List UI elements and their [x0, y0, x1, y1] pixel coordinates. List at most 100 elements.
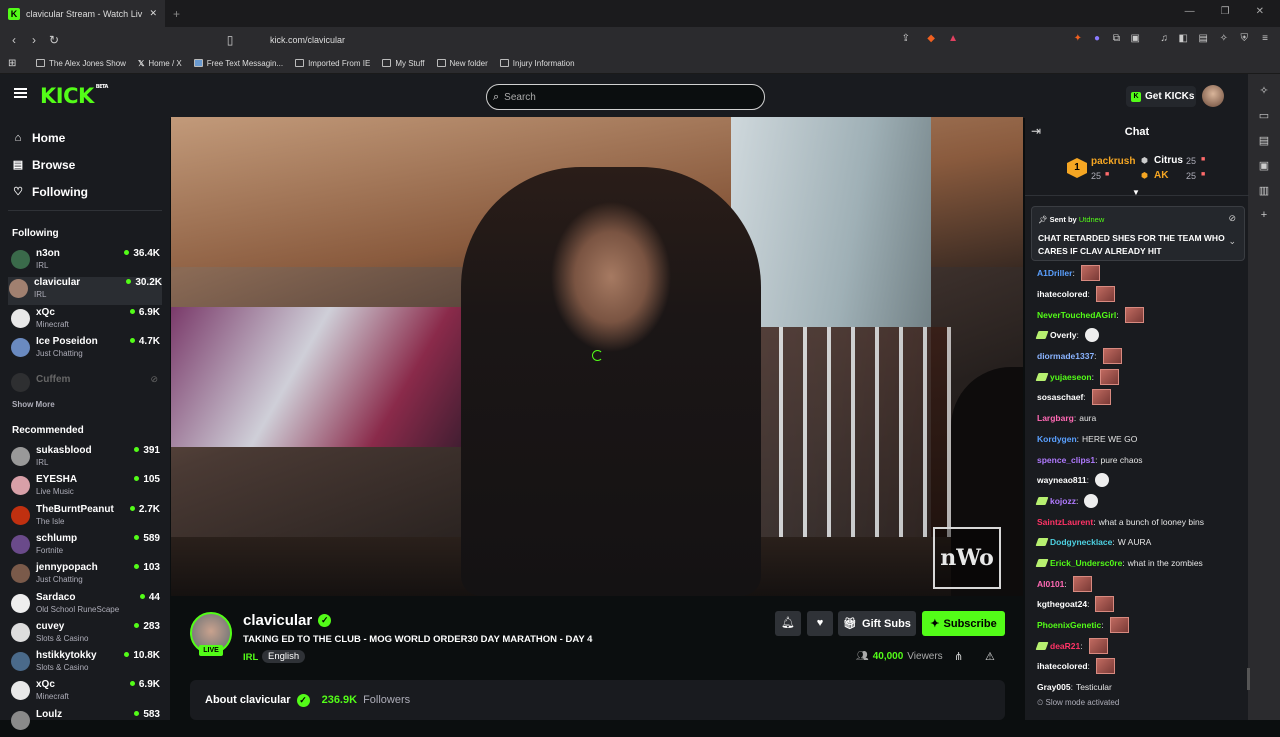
chat-username[interactable]: Largbarg	[1037, 413, 1074, 423]
bookmark-my-stuff[interactable]: My Stuff	[382, 59, 425, 68]
bookmark-home-x[interactable]: 𝕏 Home / X	[138, 59, 182, 68]
leo-icon[interactable]: ✧	[1220, 33, 1228, 44]
channel-row-clavicular[interactable]: clavicular IRL 30.2K	[8, 277, 162, 306]
music-icon[interactable]: ♫	[1161, 33, 1169, 44]
follow-button[interactable]: ♥	[807, 611, 833, 636]
channel-row-n3on[interactable]: n3on IRL 36.4K	[10, 248, 160, 276]
chat-username[interactable]: yujaeseon	[1050, 372, 1092, 382]
bookmark-new-folder[interactable]: New folder	[436, 59, 488, 68]
hamburger-menu-icon[interactable]	[14, 88, 27, 98]
gift-subs-button[interactable]: 🎁︎ Gift Subs	[838, 611, 916, 636]
chevron-down-icon[interactable]: ⌄	[1228, 236, 1236, 247]
chat-username[interactable]: PhoenixGenetic	[1037, 620, 1101, 630]
leo-ai-icon[interactable]: ✧	[1259, 84, 1268, 97]
chat-username[interactable]: spence_clips1	[1037, 455, 1095, 465]
chat-username[interactable]: kgthegoat24	[1037, 599, 1087, 609]
bookmark-imported-ie[interactable]: Imported From IE	[295, 59, 370, 68]
reload-icon[interactable]: ↻	[44, 33, 64, 47]
browser-menu-icon[interactable]: ≡	[1262, 33, 1268, 44]
forward-icon[interactable]: ›	[24, 33, 44, 47]
kick-logo[interactable]: KICK BETA	[40, 84, 108, 108]
share-page-icon[interactable]: ⇪	[902, 33, 910, 44]
video-player[interactable]: nWo	[171, 117, 1023, 596]
leaderboard-second-name[interactable]: Citrus	[1154, 155, 1183, 166]
language-tag[interactable]: English	[262, 650, 306, 663]
add-panel-icon[interactable]: +	[1261, 209, 1267, 221]
notes-icon[interactable]: ▣	[1259, 159, 1269, 172]
chat-username[interactable]: sosaschaef	[1037, 392, 1083, 402]
channel-row-xqc[interactable]: xQc Minecraft 6.9K	[10, 307, 160, 335]
rewards-icon[interactable]: ▲	[948, 33, 958, 44]
show-more-link[interactable]: Show More	[12, 400, 55, 409]
chat-username[interactable]: deaR21	[1050, 641, 1080, 651]
chat-username[interactable]: ihatecolored	[1037, 661, 1088, 671]
channel-row-ice-poseidon[interactable]: Ice Poseidon Just Chatting 4.7K	[10, 336, 160, 364]
category-link[interactable]: IRL	[243, 652, 258, 663]
bookmark-alex-jones[interactable]: The Alex Jones Show	[36, 59, 126, 68]
chat-username[interactable]: A1Driller	[1037, 268, 1072, 278]
get-kicks-button[interactable]: K Get KICKs	[1126, 86, 1196, 107]
chat-username[interactable]: wayneao811	[1037, 475, 1087, 485]
notifications-button[interactable]: 🔔︎	[775, 611, 801, 636]
restore-icon[interactable]: ❐	[1221, 6, 1230, 17]
leaderboard-first-name[interactable]: packrush	[1091, 156, 1135, 167]
leaderboard-third-name[interactable]: AK	[1154, 170, 1168, 181]
channel-row-offline[interactable]: Cuffem ⊘	[10, 371, 160, 399]
nav-browse[interactable]: ▤ Browse	[12, 158, 76, 172]
back-icon[interactable]: ‹	[4, 33, 24, 47]
close-window-icon[interactable]: ✕	[1256, 6, 1264, 17]
channel-row-sardaco[interactable]: Sardaco Old School RuneScape 44	[10, 592, 160, 620]
bookmark-free-text[interactable]: Free Text Messagin...	[193, 59, 283, 68]
bookmark-page-icon[interactable]: ▯	[220, 33, 240, 47]
share-icon[interactable]: ⋔	[954, 650, 963, 663]
channel-row-xqc[interactable]: xQc Minecraft 6.9K	[10, 679, 160, 707]
chat-username[interactable]: kojozz	[1050, 496, 1076, 506]
chat-username[interactable]: Al0101	[1037, 579, 1064, 589]
extensions-icon[interactable]: ⧉	[1113, 33, 1120, 44]
media-icon[interactable]: ▤	[1259, 134, 1269, 147]
chat-username[interactable]: ihatecolored	[1037, 289, 1088, 299]
channel-row-sukasblood[interactable]: sukasblood IRL 391	[10, 445, 160, 473]
nav-home[interactable]: ⌂ Home	[12, 131, 66, 145]
extension-2-icon[interactable]: ●	[1094, 33, 1100, 44]
chat-username[interactable]: Kordygen	[1037, 434, 1077, 444]
close-tab-icon[interactable]: ✕	[149, 8, 157, 19]
subscribe-button[interactable]: ✦ Subscribe	[922, 611, 1005, 636]
channel-row-loulz[interactable]: Loulz 583	[10, 709, 160, 737]
address-bar[interactable]: kick.com/clavicular	[244, 30, 964, 50]
scrollbar[interactable]	[1247, 668, 1250, 690]
reading-list-icon[interactable]: ▥	[1259, 184, 1269, 197]
bookmark-injury-info[interactable]: Injury Information	[499, 59, 575, 68]
channel-name-heading[interactable]: clavicular ✓	[243, 612, 332, 629]
wallet-icon[interactable]: ▤	[1199, 33, 1208, 44]
user-avatar[interactable]	[1202, 85, 1224, 107]
chat-username[interactable]: Gray005	[1037, 682, 1071, 692]
apps-grid-icon[interactable]: ⊞	[8, 58, 16, 69]
expand-leaderboard-icon[interactable]: ▼	[1132, 188, 1140, 197]
chat-username[interactable]: Overly	[1050, 330, 1076, 340]
brave-shield-icon[interactable]: ◆	[927, 33, 935, 44]
extension-1-icon[interactable]: ✦	[1074, 33, 1082, 44]
channel-row-schlump[interactable]: schlump Fortnite 589	[10, 533, 160, 561]
hide-pin-icon[interactable]: ⊘	[1228, 213, 1236, 224]
channel-row-cuvey[interactable]: cuvey Slots & Casino 283	[10, 621, 160, 649]
pinned-message[interactable]: 📌︎ Sent by Utdnew ⊘ CHAT RETARDED SHES F…	[1031, 206, 1245, 261]
new-tab-button[interactable]: +	[173, 7, 180, 21]
sidebar-toggle-icon[interactable]: ◧	[1179, 33, 1188, 44]
chat-username[interactable]: SaintzLaurent	[1037, 517, 1093, 527]
chat-username[interactable]: diormade1337	[1037, 351, 1094, 361]
wallet-panel-icon[interactable]: ▭	[1259, 109, 1269, 122]
vpn-icon[interactable]: ⛨	[1241, 33, 1249, 44]
minimize-icon[interactable]: —	[1185, 6, 1195, 17]
channel-row-jennypopach[interactable]: jennypopach Just Chatting 103	[10, 562, 160, 590]
extension-3-icon[interactable]: ▣	[1131, 33, 1140, 44]
channel-row-theburntpeanut[interactable]: TheBurntPeanut The Isle 2.7K	[10, 504, 160, 532]
channel-row-eyesha[interactable]: EYESHA Live Music 105	[10, 474, 160, 502]
chat-username[interactable]: Erick_Undersc0re	[1050, 558, 1122, 568]
browser-tab[interactable]: K clavicular Stream - Watch Liv ✕	[0, 0, 165, 27]
nav-following[interactable]: ♡ Following	[12, 185, 88, 199]
channel-row-hstikkytokky[interactable]: hstikkytokky Slots & Casino 10.8K	[10, 650, 160, 678]
search-input[interactable]: ⌕ Search	[486, 84, 765, 110]
report-icon[interactable]: ⚠	[985, 650, 995, 663]
chat-username[interactable]: NeverTouchedAGirl	[1037, 310, 1116, 320]
